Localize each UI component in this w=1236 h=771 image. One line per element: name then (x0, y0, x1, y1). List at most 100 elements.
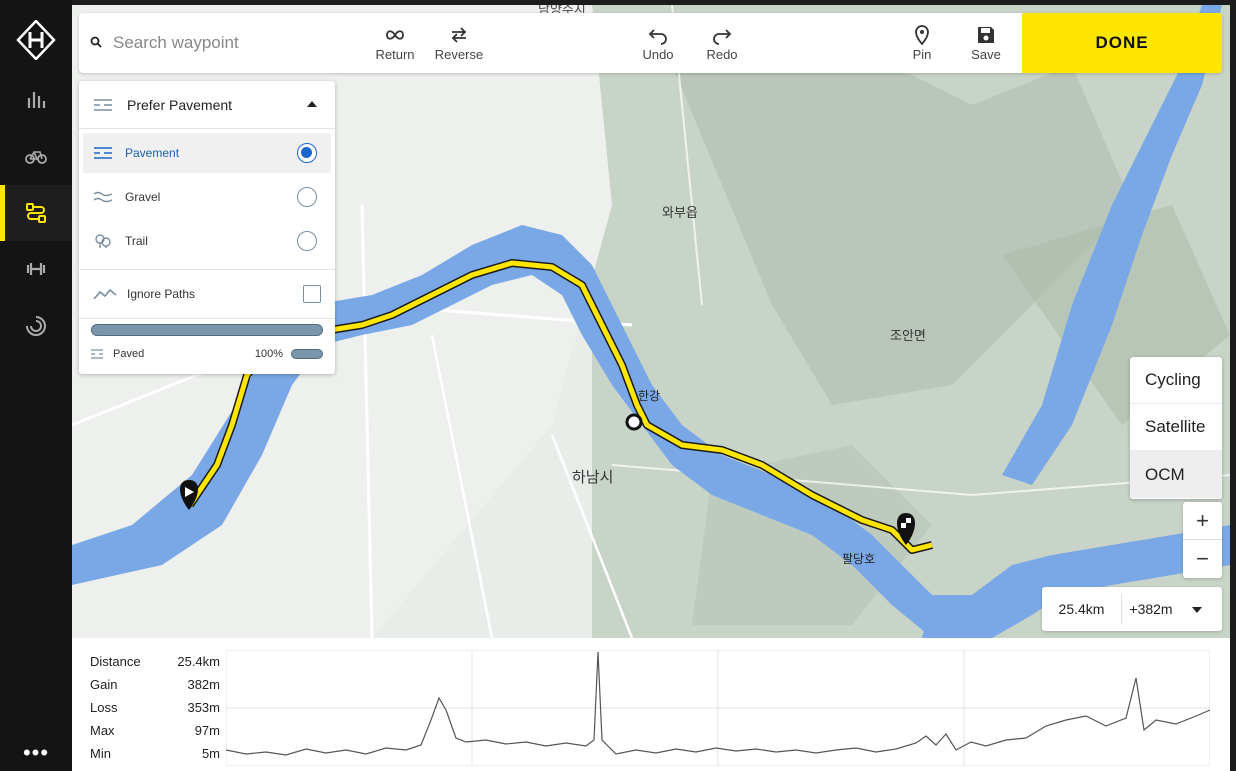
caret-down-icon (1192, 607, 1202, 613)
pavement-icon (94, 147, 112, 159)
map-label-hangang: 한강 (638, 389, 661, 403)
elevation-profile[interactable] (226, 650, 1210, 766)
map-label-paldangho: 팔당호 (842, 552, 876, 566)
stat-distance: Distance 25.4km (90, 650, 220, 673)
undo-label: Undo (642, 47, 674, 62)
sidebar-item-workout[interactable] (0, 241, 72, 297)
stat-loss: Loss 353m (90, 696, 220, 719)
elevation-stats: Distance 25.4km Gain 382m Loss 353m Max 97m … (90, 650, 220, 765)
route-distance: 25.4km (1042, 594, 1122, 624)
map-label-joan: 조안면 (890, 328, 926, 343)
option-label: Gravel (125, 190, 161, 204)
zoom-out-button[interactable]: − (1183, 540, 1222, 578)
logo-icon[interactable] (16, 19, 56, 61)
paved-value: 100% (254, 348, 283, 360)
paved-label: Paved (113, 348, 145, 360)
surface-title: Prefer Pavement (127, 96, 233, 113)
caret-up-icon (307, 101, 317, 107)
stat-label: Gain (90, 677, 118, 692)
gravel-icon (93, 191, 113, 203)
divider (79, 318, 335, 319)
app-window: ••• 한강 하남시 팔당호 조안면 와부읍 남양주시 Search waypo… (0, 0, 1236, 771)
stat-value: 97m (194, 723, 220, 738)
path-icon (93, 288, 117, 300)
undo-button[interactable]: Undo (628, 25, 688, 65)
stat-min: Min 5m (90, 742, 220, 765)
zoom-controls: + − (1183, 502, 1222, 578)
layer-cycling[interactable]: Cycling (1130, 357, 1222, 404)
search-icon (90, 36, 102, 48)
paved-row: Paved 100% (91, 345, 323, 363)
option-label: Trail (125, 234, 148, 248)
sidebar-item-stats[interactable] (0, 72, 72, 128)
stat-value: 382m (187, 677, 220, 692)
undo-icon (648, 29, 667, 45)
pin-label: Pin (912, 47, 932, 62)
paved-swatch (291, 349, 323, 359)
bike-icon (25, 151, 47, 164)
zoom-in-button[interactable]: + (1183, 502, 1222, 540)
reverse-button[interactable]: Reverse (429, 25, 489, 65)
reverse-label: Reverse (434, 47, 484, 62)
pavement-icon (94, 98, 112, 111)
redo-button[interactable]: Redo (692, 25, 752, 65)
radio-trail[interactable] (297, 231, 317, 251)
stat-label: Distance (90, 654, 141, 669)
ignore-paths-checkbox[interactable] (303, 285, 321, 303)
search-input[interactable] (113, 33, 353, 53)
map-label-wabu: 와부읍 (662, 205, 698, 220)
redo-label: Redo (706, 47, 738, 62)
redo-icon (713, 29, 732, 45)
stat-value: 353m (187, 700, 220, 715)
map-label-hanam: 하남시 (572, 469, 614, 486)
search-box (89, 13, 369, 73)
stat-value: 25.4km (177, 654, 220, 669)
ignore-paths-label: Ignore Paths (127, 287, 196, 301)
route-gain: +382m (1129, 601, 1173, 617)
route-icon (26, 203, 46, 223)
radio-pavement[interactable] (297, 143, 317, 163)
sidebar-item-route[interactable] (0, 185, 72, 241)
stat-value: 5m (201, 746, 220, 761)
stat-gain: Gain 382m (90, 673, 220, 696)
save-icon (978, 27, 994, 43)
option-gravel[interactable]: Gravel (83, 177, 331, 217)
stat-label: Max (90, 723, 115, 738)
swap-arrows-icon (451, 27, 467, 43)
surface-preference-panel: Prefer Pavement Pavement Gravel Trail Ig… (79, 81, 335, 374)
layer-ocm[interactable]: OCM (1130, 451, 1222, 498)
surface-dropdown[interactable]: Prefer Pavement (79, 81, 335, 129)
trail-icon (95, 234, 111, 248)
top-toolbar: Return Reverse Undo Redo Pin Save DONE (79, 13, 1222, 73)
done-button[interactable]: DONE (1022, 13, 1222, 73)
sidebar-item-bike[interactable] (0, 128, 72, 184)
waypoint-marker[interactable] (625, 413, 643, 431)
stat-label: Loss (90, 700, 118, 715)
stat-max: Max 97m (90, 719, 220, 742)
stats-icon (27, 92, 46, 108)
elevation-panel: Distance 25.4km Gain 382m Loss 353m Max 97m … (72, 638, 1230, 771)
stat-label: Min (90, 746, 111, 761)
loop-icon (386, 30, 404, 40)
layer-satellite[interactable]: Satellite (1130, 404, 1222, 451)
ignore-paths-row[interactable]: Ignore Paths (79, 270, 335, 318)
return-label: Return (375, 47, 415, 62)
route-summary-dropdown[interactable]: 25.4km +382m (1042, 587, 1222, 631)
option-trail[interactable]: Trail (83, 221, 331, 261)
pavement-icon (91, 349, 103, 359)
radio-gravel[interactable] (297, 187, 317, 207)
option-pavement[interactable]: Pavement (83, 133, 331, 173)
return-button[interactable]: Return (365, 25, 425, 65)
sidebar: ••• (0, 0, 72, 771)
save-button[interactable]: Save (956, 25, 1016, 65)
activity-icon (26, 316, 46, 336)
sidebar-item-activity[interactable] (0, 298, 72, 354)
paved-progress-bar (91, 324, 323, 336)
pin-button[interactable]: Pin (892, 25, 952, 65)
pin-icon (915, 25, 929, 45)
option-label: Pavement (125, 146, 180, 160)
map-layer-menu: Cycling Satellite OCM (1130, 357, 1222, 499)
workout-icon (26, 263, 46, 275)
save-label: Save (971, 47, 1001, 62)
more-menu-button[interactable]: ••• (0, 738, 72, 768)
